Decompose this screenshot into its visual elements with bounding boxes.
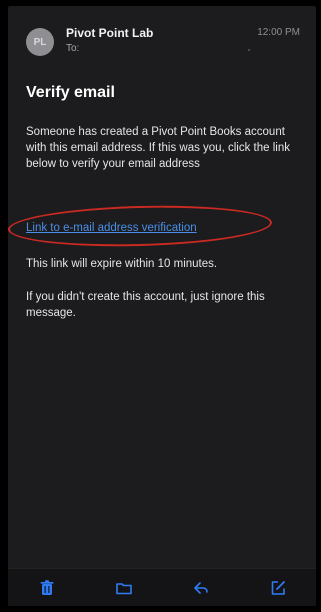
delete-button[interactable] (36, 577, 58, 599)
email-subject: Verify email (26, 84, 115, 101)
separator-dot (248, 49, 250, 51)
trash-icon (40, 579, 53, 595)
expiry-note: This link will expire within 10 minutes. (26, 258, 218, 270)
email-paragraph: Someone has created a Pivot Point Books … (26, 126, 290, 170)
compose-button[interactable] (267, 577, 289, 599)
move-to-folder-button[interactable] (113, 577, 135, 599)
link-container: Link to e-mail address verification (26, 218, 197, 236)
email-header: PL Pivot Point Lab To: 12:00 PM (8, 6, 316, 70)
ignore-note: If you didn't create this account, just … (26, 291, 265, 319)
reply-icon (193, 581, 208, 594)
folder-icon (115, 582, 132, 594)
verification-link[interactable]: Link to e-mail address verification (26, 222, 197, 234)
avatar[interactable]: PL (26, 28, 54, 56)
bottom-toolbar (8, 568, 316, 606)
recipient-label[interactable]: To: (66, 43, 79, 54)
timestamp: 12:00 PM (257, 27, 300, 38)
reply-button[interactable] (190, 577, 212, 599)
email-screen: PL Pivot Point Lab To: 12:00 PM Verify e… (8, 6, 316, 606)
sender-name[interactable]: Pivot Point Lab (66, 26, 153, 40)
compose-icon (271, 580, 285, 595)
